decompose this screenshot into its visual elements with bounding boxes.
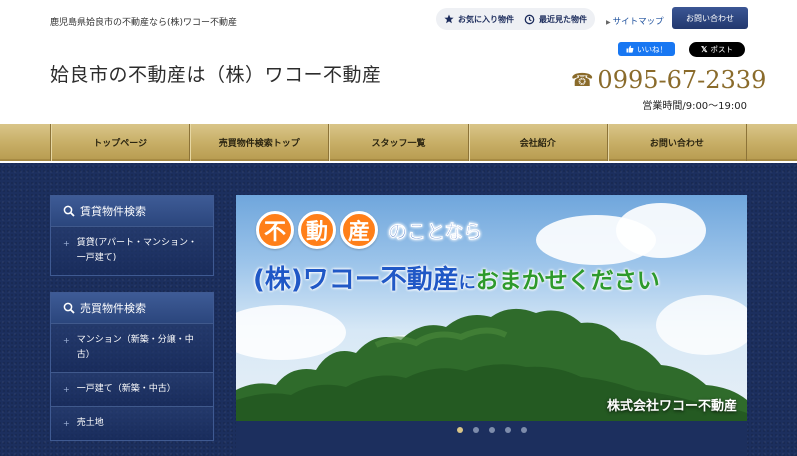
- nav-item-top[interactable]: トップページ: [50, 124, 189, 161]
- hero-brand-text: 株式会社ワコー不動産: [606, 399, 737, 414]
- phone-number-text: 0995-67-2339: [597, 66, 767, 94]
- hero-catchphrase-text: おまかせください: [475, 268, 660, 294]
- x-post-label: ポスト: [710, 45, 733, 54]
- main-content: 賃貸物件検索 + 賃貸(アパート・マンション・一戸建て) 売買物件検索 + マン…: [0, 163, 797, 456]
- history-icon: [524, 14, 535, 24]
- rent-search-header: 賃貸物件検索: [51, 196, 213, 226]
- slider-dot[interactable]: [488, 427, 495, 433]
- sidebar-item-label: 賃貸(アパート・マンション・一戸建て): [76, 238, 198, 263]
- header-utility-links: お気に入り物件 最近見た物件: [436, 8, 595, 30]
- recent-label: 最近見た物件: [539, 14, 587, 24]
- site-title[interactable]: 姶良市の不動産は（株）ワコー不動産: [50, 60, 382, 87]
- sidebar-item-label: マンション（新築・分譲・中古）: [76, 335, 194, 360]
- favorites-label: お気に入り物件: [458, 14, 514, 24]
- thumbs-up-icon: [626, 45, 634, 53]
- sidebar-item-house[interactable]: + 一戸建て（新築・中古）: [51, 372, 213, 406]
- sidebar-item-rent[interactable]: + 賃貸(アパート・マンション・一戸建て): [51, 226, 213, 275]
- x-logo-icon: 𝕏: [701, 45, 708, 54]
- arrow-right-icon: ▶: [606, 19, 611, 26]
- sidebar-item-label: 一戸建て（新築・中古）: [76, 384, 176, 394]
- sale-search-header: 売買物件検索: [51, 293, 213, 323]
- hero-circle-char: 不: [256, 211, 294, 249]
- telephone-icon: ☎: [571, 69, 594, 91]
- facebook-like-button[interactable]: いいね！: [618, 42, 675, 56]
- sidebar-item-mansion[interactable]: + マンション（新築・分譲・中古）: [51, 323, 213, 372]
- sidebar-item-label: 売土地: [76, 418, 104, 428]
- site-header: 鹿児島県姶良市の不動産なら(株)ワコー不動産 姶良市の不動産は（株）ワコー不動産…: [0, 0, 797, 124]
- nav-item-contact[interactable]: お問い合わせ: [606, 124, 748, 161]
- slider-dot[interactable]: [520, 427, 527, 433]
- rent-search-title: 賃貸物件検索: [80, 205, 146, 218]
- nav-item-sale-search[interactable]: 売買物件検索トップ: [189, 124, 328, 161]
- sale-search-box: 売買物件検索 + マンション（新築・分譲・中古） + 一戸建て（新築・中古） +…: [50, 292, 214, 441]
- hero-circle-char: 産: [340, 211, 378, 249]
- search-icon: [63, 205, 75, 217]
- facebook-like-label: いいね！: [637, 44, 667, 54]
- global-nav-items: トップページ 売買物件検索トップ スタッフ一覧 会社紹介 お問い合わせ: [50, 124, 748, 161]
- hero-particle-text: に: [458, 273, 476, 293]
- hero-circle-char: 動: [298, 211, 336, 249]
- phone-number[interactable]: ☎ 0995-67-2339: [571, 66, 766, 94]
- nav-item-staff[interactable]: スタッフ一覧: [328, 124, 467, 161]
- global-nav: トップページ 売買物件検索トップ スタッフ一覧 会社紹介 お問い合わせ: [0, 124, 797, 161]
- site-tagline: 鹿児島県姶良市の不動産なら(株)ワコー不動産: [50, 18, 238, 28]
- slider-pagination: [236, 427, 747, 433]
- sale-search-title: 売買物件検索: [80, 302, 146, 315]
- sitemap-link[interactable]: ▶ サイトマップ: [606, 15, 664, 27]
- recent-link[interactable]: 最近見た物件: [524, 14, 587, 25]
- hero-slide[interactable]: 不 動 産 のことなら (株)ワコー不動産におまかせください 株式会社ワコー不動…: [236, 195, 747, 421]
- nav-item-company[interactable]: 会社紹介: [467, 124, 607, 161]
- hero-company-text: (株)ワコー不動産: [253, 265, 459, 295]
- plus-icon: +: [63, 336, 70, 345]
- slider-dot[interactable]: [504, 427, 511, 433]
- rent-search-box: 賃貸物件検索 + 賃貸(アパート・マンション・一戸建て): [50, 195, 214, 276]
- header-contact-button[interactable]: お問い合わせ: [672, 7, 748, 29]
- sidebar-item-land[interactable]: + 売土地: [51, 406, 213, 440]
- slider-dot[interactable]: [472, 427, 479, 433]
- plus-icon: +: [63, 385, 70, 394]
- plus-icon: +: [63, 239, 70, 248]
- search-icon: [63, 302, 75, 314]
- sitemap-label: サイトマップ: [612, 17, 664, 27]
- x-post-button[interactable]: 𝕏 ポスト: [689, 42, 745, 57]
- slider-dot[interactable]: [456, 427, 463, 433]
- hero-headline-tail: のことなら: [388, 220, 483, 243]
- hero-slider: 不 動 産 のことなら (株)ワコー不動産におまかせください 株式会社ワコー不動…: [236, 195, 747, 456]
- favorites-link[interactable]: お気に入り物件: [444, 14, 514, 25]
- hero-headline-line2: (株)ワコー不動産におまかせください: [253, 259, 660, 296]
- star-icon: [444, 14, 454, 24]
- plus-icon: +: [63, 419, 70, 428]
- business-hours: 営業時間/9:00〜19:00: [642, 101, 747, 112]
- hero-headline-line1: 不 動 産 のことなら: [256, 211, 483, 249]
